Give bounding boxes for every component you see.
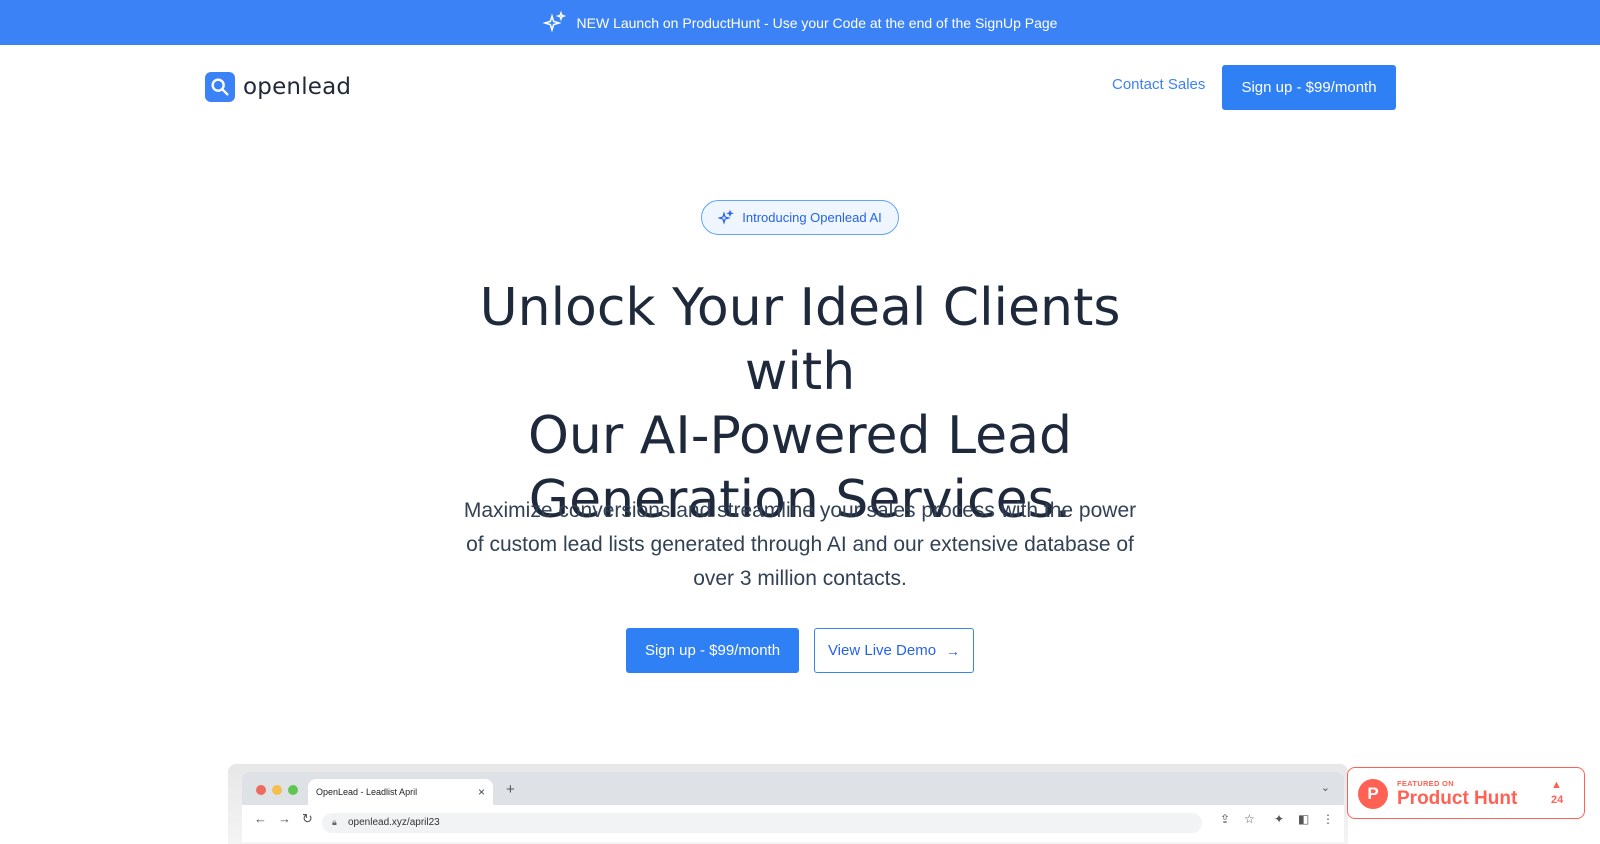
more-icon: ⋮	[1322, 812, 1334, 826]
arrow-right-icon: →	[946, 642, 961, 659]
chevron-down-icon: ⌄	[1320, 782, 1330, 794]
product-hunt-badge[interactable]: P FEATURED ON Product Hunt ▲ 24	[1347, 767, 1585, 819]
hero-title-line: Unlock Your Ideal Clients with	[479, 278, 1121, 402]
introducing-ai-badge[interactable]: Introducing Openlead AI	[701, 200, 899, 235]
view-live-demo-label: View Live Demo	[827, 642, 937, 659]
browser-toolbar: ← → ↻ 🔒︎ openlead.xyz/april23 ⇪ ☆ ✦ ◧ ⋮	[242, 805, 1344, 842]
upvote-count: 24	[1551, 794, 1564, 806]
forward-icon: →	[278, 811, 291, 826]
brand-name: openlead	[243, 74, 352, 100]
back-icon: ←	[254, 811, 267, 826]
close-dot-icon	[256, 785, 266, 795]
upvote-icon: ▲	[1551, 779, 1562, 791]
address-bar: 🔒︎ openlead.xyz/april23	[322, 813, 1202, 833]
hero-subtitle-line: Maximize conversions and streamline your…	[463, 499, 1137, 522]
browser-tab: OpenLead - Leadlist April ×	[308, 779, 493, 805]
brand-logo[interactable]: openlead	[205, 72, 351, 102]
sparkle-icon	[718, 209, 735, 225]
share-icon: ⇪	[1220, 812, 1231, 826]
close-icon: ×	[477, 785, 485, 799]
announcement-banner[interactable]: NEW Launch on ProductHunt - Use your Cod…	[0, 0, 1600, 45]
hero-subtitle-line: of custom lead lists generated through A…	[466, 533, 1134, 556]
new-tab-icon: +	[506, 781, 515, 798]
hero-title-line: Our AI-Powered Lead	[528, 406, 1072, 466]
hero-subtitle-line: over 3 million contacts.	[693, 567, 907, 590]
lock-icon: 🔒︎	[332, 817, 337, 827]
browser-tab-title: OpenLead - Leadlist April	[316, 787, 418, 797]
maximize-dot-icon	[288, 785, 298, 795]
star-icon: ☆	[1244, 812, 1255, 826]
minimize-dot-icon	[272, 785, 282, 795]
sidepanel-icon: ◧	[1298, 812, 1310, 826]
signup-button[interactable]: Sign up - $99/month	[626, 628, 799, 673]
product-hunt-logo-icon: P	[1358, 779, 1388, 809]
banner-text: NEW Launch on ProductHunt - Use your Cod…	[576, 14, 1058, 31]
product-hunt-name: Product Hunt	[1397, 788, 1518, 809]
header-signup-button[interactable]: Sign up - $99/month	[1222, 65, 1396, 110]
hero-subtitle: Maximize conversions and streamline your…	[430, 494, 1170, 596]
reload-icon: ↻	[302, 811, 313, 826]
extensions-icon: ✦	[1274, 812, 1285, 826]
contact-sales-link[interactable]: Contact Sales	[1112, 76, 1205, 93]
address-url: openlead.xyz/april23	[348, 817, 440, 828]
sparkle-icon	[542, 10, 566, 33]
browser-preview: OpenLead - Leadlist April × + ⌄ ← → ↻ 🔒︎…	[242, 772, 1344, 842]
pill-text: Introducing Openlead AI	[742, 210, 882, 225]
featured-on-label: FEATURED ON	[1397, 779, 1454, 788]
view-live-demo-button[interactable]: View Live Demo →	[814, 628, 974, 673]
search-icon	[205, 72, 235, 102]
